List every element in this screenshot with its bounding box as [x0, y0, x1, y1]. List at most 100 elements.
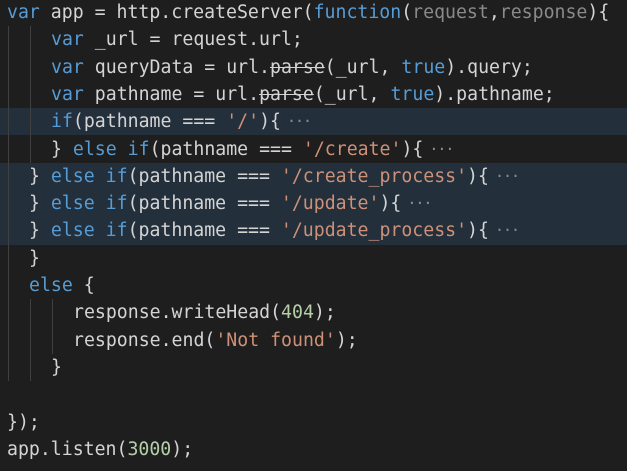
code-token: ); — [313, 302, 336, 324]
code-token: ){ — [587, 2, 610, 23]
code-line[interactable]: response.end('Not found'); — [0, 327, 627, 354]
code-line-text: response.end('Not found'); — [73, 327, 358, 354]
string-token: '/create_process' — [280, 165, 468, 187]
code-token: } — [29, 247, 40, 269]
keyword-token: if — [105, 193, 128, 215]
code-token: ){ — [401, 138, 424, 160]
string-token: '/create' — [302, 138, 402, 160]
code-line[interactable]: } else if(pathname === '/update_process'… — [0, 217, 627, 245]
code-line[interactable]: } else if(pathname === '/create'){··· — [0, 136, 627, 163]
code-line-text: } else if(pathname === '/create'){··· — [51, 136, 454, 163]
code-line-text: if(pathname === '/'){ ··· — [51, 108, 312, 135]
code-line-text: } — [29, 245, 40, 272]
code-token: } — [29, 193, 51, 215]
code-token: (pathname === — [127, 165, 281, 187]
code-token: ( — [401, 2, 413, 23]
keyword-token: else — [50, 165, 95, 187]
indent-guide — [30, 299, 31, 382]
keyword-token: if — [105, 220, 128, 242]
indent-guide — [8, 26, 9, 382]
code-token: (pathname === — [127, 220, 281, 242]
code-token: _url = request.url; — [83, 29, 303, 51]
code-token: queryData = url. — [83, 56, 271, 78]
code-token: ).query; — [445, 56, 533, 78]
code-token: response.writeHead( — [73, 302, 282, 324]
ellipsis-icon[interactable]: ··· — [287, 112, 312, 130]
ellipsis-icon[interactable]: ··· — [429, 140, 454, 158]
keyword-token: var — [51, 29, 84, 51]
keyword-token: function — [313, 2, 402, 23]
keyword-token: if — [127, 138, 150, 160]
keyword-token: var — [51, 56, 84, 78]
code-token: ){ — [467, 165, 489, 187]
code-line[interactable]: var pathname = url.parse(_url, true).pat… — [0, 81, 627, 108]
code-line-text: var app = http.createServer(function(req… — [7, 0, 609, 26]
code-token: pathname = url. — [83, 83, 260, 105]
ellipsis-icon[interactable]: ··· — [495, 167, 520, 185]
code-token: ); — [171, 438, 194, 460]
keyword-token: if — [51, 111, 73, 133]
keyword-token: else — [50, 220, 95, 242]
code-line[interactable] — [0, 381, 627, 408]
code-line-text: response.writeHead(404); — [73, 299, 336, 326]
code-token: } — [51, 356, 62, 378]
code-token: ).pathname; — [434, 83, 555, 105]
code-line[interactable]: } else if(pathname === '/create_process'… — [0, 162, 627, 191]
keyword-token: var — [51, 83, 84, 105]
code-token: ){ — [467, 220, 489, 242]
code-line[interactable]: else { — [0, 272, 627, 299]
code-line[interactable]: var app = http.createServer(function(req… — [0, 0, 627, 26]
code-token: app.listen( — [7, 438, 128, 460]
code-token: ){ — [379, 193, 402, 215]
code-token: (pathname === — [72, 111, 227, 133]
code-line-text: var pathname = url.parse(_url, true).pat… — [51, 81, 555, 108]
string-token: '/update_process' — [280, 220, 468, 242]
string-token: '/' — [226, 111, 260, 133]
ellipsis-icon[interactable]: ··· — [495, 221, 520, 239]
code-token: app = http.createServer( — [39, 2, 314, 23]
indent-guide — [52, 299, 53, 354]
code-line-text: var queryData = url.parse(_url, true).qu… — [51, 54, 533, 81]
keyword-token: else — [29, 275, 73, 296]
code-token: response.end( — [73, 329, 216, 351]
code-token: (pathname === — [127, 193, 281, 215]
code-token: (_url, — [324, 56, 402, 78]
keyword-token: else — [50, 193, 95, 215]
code-editor[interactable]: var app = http.createServer(function(req… — [0, 0, 627, 471]
code-line-text: } else if(pathname === '/create_process'… — [29, 163, 520, 190]
number-token: 3000 — [127, 438, 172, 460]
code-token: (_url, — [313, 83, 391, 105]
code-line-text: else { — [29, 272, 95, 299]
string-token: 'Not found' — [215, 329, 336, 351]
code-line[interactable]: }); — [0, 409, 627, 436]
code-line[interactable]: app.listen(3000); — [0, 436, 627, 463]
keyword-token: var — [7, 2, 40, 23]
code-line[interactable]: if(pathname === '/'){ ··· — [0, 108, 627, 136]
keyword-token: else — [72, 138, 117, 160]
indent-guide — [30, 26, 31, 163]
code-token: , — [488, 2, 500, 23]
code-line[interactable]: } — [0, 245, 627, 272]
code-line-text: app.listen(3000); — [7, 436, 193, 463]
code-token: (pathname === — [149, 138, 303, 160]
code-line-text: } else if(pathname === '/update'){ ··· — [29, 190, 432, 217]
code-token: }); — [7, 411, 40, 433]
ellipsis-icon[interactable]: ··· — [407, 194, 432, 212]
code-line[interactable]: response.writeHead(404); — [0, 299, 627, 326]
code-token: ); — [335, 329, 358, 351]
code-line[interactable]: } else if(pathname === '/update'){ ··· — [0, 190, 627, 218]
keyword-token: true — [401, 56, 446, 78]
code-line[interactable]: var queryData = url.parse(_url, true).qu… — [0, 54, 627, 81]
code-line[interactable]: } — [0, 354, 627, 381]
number-token: 404 — [281, 302, 314, 324]
code-token: ){ — [259, 111, 281, 133]
code-line-text: var _url = request.url; — [51, 26, 303, 53]
code-token: { — [72, 275, 95, 296]
string-token: '/update' — [280, 193, 380, 215]
code-token: } — [29, 165, 51, 187]
code-line[interactable]: var _url = request.url; — [0, 26, 627, 53]
code-line-text: } else if(pathname === '/update_process'… — [29, 217, 520, 244]
